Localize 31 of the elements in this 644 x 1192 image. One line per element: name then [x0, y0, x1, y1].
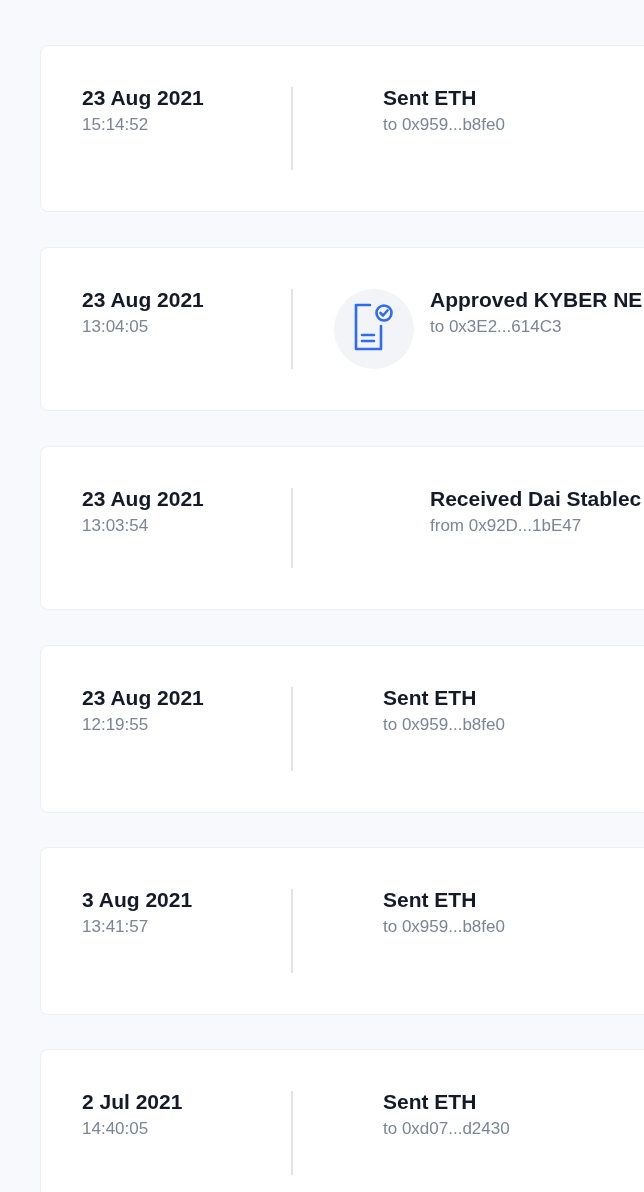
transaction-title: Sent ETH	[383, 1089, 478, 1115]
transaction-time: 15:14:52	[82, 114, 150, 136]
transaction-title: Approved KYBER NE	[430, 287, 643, 313]
document-check-icon	[334, 289, 414, 369]
transaction-time: 12:19:55	[82, 714, 150, 736]
transaction-date: 3 Aug 2021	[82, 887, 194, 913]
transaction-card[interactable]: 23 Aug 2021 13:03:54 Received Dai Stablec from 0x92D...1bE47	[40, 446, 644, 610]
transaction-card[interactable]: 3 Aug 2021 13:41:57 Sent ETH to 0x959...b8fe0	[40, 847, 644, 1015]
transaction-card[interactable]: 2 Jul 2021 14:40:05 Sent ETH to 0xd07...d2430	[40, 1049, 644, 1192]
transaction-address: to 0xd07...d2430	[383, 1118, 510, 1140]
transaction-time: 14:40:05	[82, 1118, 150, 1140]
transaction-title: Sent ETH	[383, 85, 478, 111]
transaction-address: to 0x959...b8fe0	[383, 714, 505, 736]
transaction-card[interactable]: 23 Aug 2021 12:19:55 Sent ETH to 0x959...b8fe0	[40, 645, 644, 813]
transaction-title: Sent ETH	[383, 685, 478, 711]
transaction-address: to 0x3E2...614C3	[430, 316, 563, 338]
transaction-time: 13:41:57	[82, 916, 150, 938]
transaction-date: 23 Aug 2021	[82, 287, 205, 313]
transaction-title: Received Dai Stablec	[430, 486, 642, 512]
transaction-date: 23 Aug 2021	[82, 85, 205, 111]
transaction-address: to 0x959...b8fe0	[383, 114, 505, 136]
transaction-card[interactable]: 23 Aug 2021 15:14:52 Sent ETH to 0x959...b8fe0	[40, 45, 644, 212]
transaction-date: 23 Aug 2021	[82, 685, 205, 711]
transaction-date: 2 Jul 2021	[82, 1089, 184, 1115]
transaction-time: 13:04:05	[82, 316, 150, 338]
transaction-title: Sent ETH	[383, 887, 478, 913]
transaction-address: to 0x959...b8fe0	[383, 916, 505, 938]
transaction-date: 23 Aug 2021	[82, 486, 205, 512]
transaction-card[interactable]: 23 Aug 2021 13:04:05 Approved KYBER NE to 0x3E2...614C3	[40, 247, 644, 411]
transaction-time: 13:03:54	[82, 515, 150, 537]
transaction-address: from 0x92D...1bE47	[430, 515, 583, 537]
